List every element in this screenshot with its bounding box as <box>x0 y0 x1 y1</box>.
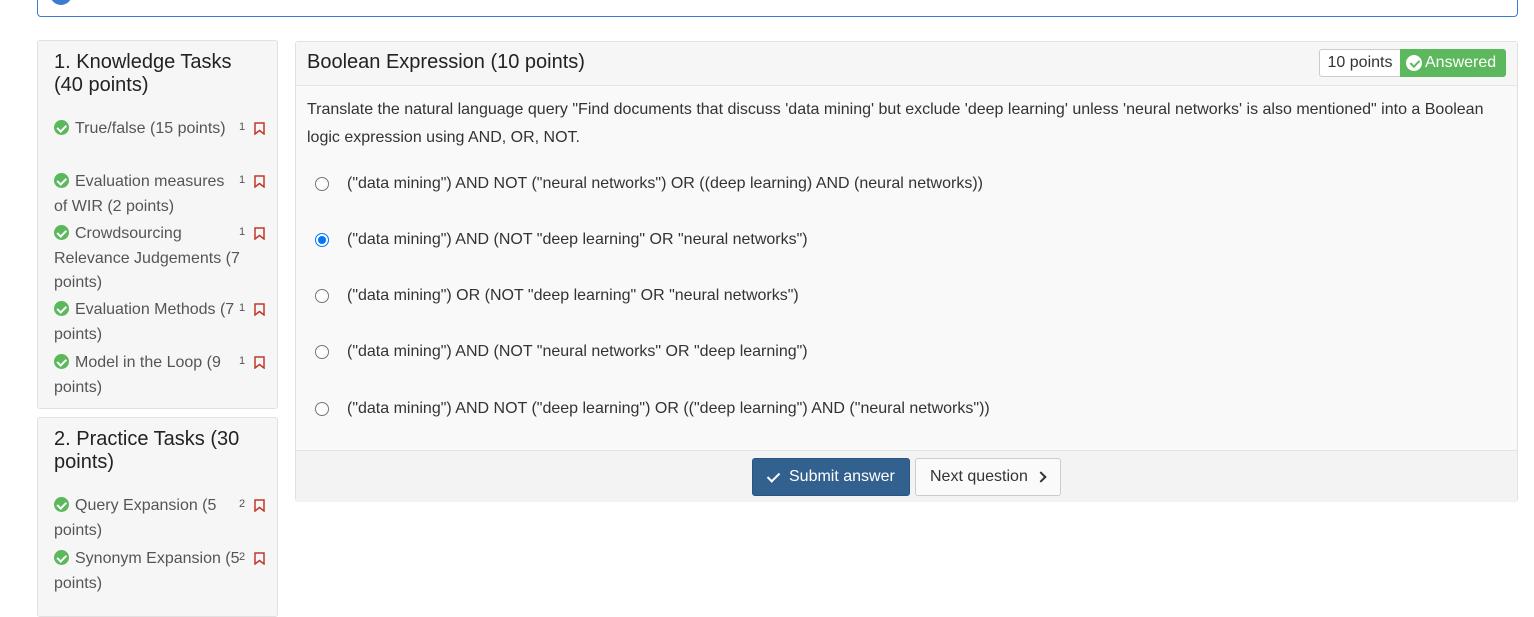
info-banner <box>37 0 1518 17</box>
bookmark-icon[interactable] <box>254 122 265 135</box>
radio-button[interactable] <box>315 345 329 359</box>
item-count: 1 <box>239 302 246 314</box>
option-label[interactable]: ("data mining") AND (NOT "deep learning"… <box>347 230 808 250</box>
points-badge: 10 points <box>1319 49 1400 77</box>
radio-button-selected[interactable] <box>315 233 329 247</box>
check-circle-icon <box>54 497 69 512</box>
status-badge-label: Answered <box>1425 54 1497 71</box>
question-footer: Submit answer Next question <box>296 450 1517 502</box>
check-circle-icon <box>54 120 69 135</box>
item-count: 1 <box>239 174 246 186</box>
bookmark-icon[interactable] <box>254 552 265 565</box>
check-circle-icon <box>54 550 69 565</box>
sidebar-item-label: Synonym Expansion (5 points) <box>54 550 240 592</box>
section-title: 2. Practice Tasks (30 points) <box>54 428 240 473</box>
radio-button[interactable] <box>315 402 329 416</box>
sidebar-section-practice-tasks: 2. Practice Tasks (30 points) Query Expa… <box>37 417 278 617</box>
option-label[interactable]: ("data mining") AND NOT ("deep learning"… <box>347 399 990 419</box>
option-label[interactable]: ("data mining") OR (NOT "deep learning" … <box>347 286 799 306</box>
sidebar-item-model-in-the-loop[interactable]: Model in the Loop (9 points) 1 <box>54 351 272 400</box>
option-label[interactable]: ("data mining") AND (NOT "neural network… <box>347 342 808 362</box>
check-circle-icon <box>54 301 69 316</box>
sidebar-item-query-expansion[interactable]: Query Expansion (5 points) 2 <box>54 494 272 543</box>
question-header: Boolean Expression (10 points) 10 points… <box>296 42 1517 86</box>
question-text: Translate the natural language query "Fi… <box>307 101 1484 146</box>
question-panel: Boolean Expression (10 points) 10 points… <box>295 41 1518 502</box>
radio-button[interactable] <box>315 177 329 191</box>
sidebar-item-evaluation-methods[interactable]: Evaluation Methods (7 points) 1 <box>54 298 272 347</box>
sidebar-item-evaluation-measures[interactable]: Evaluation measures of WIR (2 points) 1 <box>54 170 272 219</box>
sidebar-item-synonym-expansion[interactable]: Synonym Expansion (5 points) 2 <box>54 547 272 596</box>
sidebar-item-label: Crowdsourcing Relevance Judgements (7 po… <box>54 225 240 291</box>
item-count: 2 <box>239 498 246 510</box>
bookmark-icon[interactable] <box>254 356 265 369</box>
check-circle-icon <box>1406 55 1422 71</box>
chevron-right-icon <box>1035 471 1047 483</box>
check-icon <box>766 469 781 483</box>
question-title: Boolean Expression (10 points) <box>307 51 585 73</box>
radio-button[interactable] <box>315 289 329 303</box>
sidebar-item-label: Model in the Loop (9 points) <box>54 354 221 396</box>
sidebar-item-label: Query Expansion (5 points) <box>54 497 217 539</box>
check-circle-icon <box>54 225 69 240</box>
bookmark-icon[interactable] <box>254 175 265 188</box>
sidebar-item-label: Evaluation Methods (7 points) <box>54 301 235 343</box>
bookmark-icon[interactable] <box>254 499 265 512</box>
item-count: 2 <box>239 551 246 563</box>
sidebar-item-crowdsourcing[interactable]: Crowdsourcing Relevance Judgements (7 po… <box>54 222 272 296</box>
section-title: 1. Knowledge Tasks (40 points) <box>54 51 232 96</box>
item-count: 1 <box>239 121 246 133</box>
sidebar-item-label: Evaluation measures of WIR (2 points) <box>54 173 225 215</box>
option-label[interactable]: ("data mining") AND NOT ("neural network… <box>347 174 983 194</box>
submit-answer-button[interactable]: Submit answer <box>752 458 910 496</box>
sidebar-item-label: True/false (15 points) <box>75 120 226 137</box>
check-circle-icon <box>54 173 69 188</box>
bookmark-icon[interactable] <box>254 227 265 240</box>
item-count: 1 <box>239 226 246 238</box>
status-badge: Answered <box>1400 49 1506 77</box>
info-icon <box>50 0 72 5</box>
next-question-button[interactable]: Next question <box>915 458 1061 496</box>
sidebar-section-knowledge-tasks: 1. Knowledge Tasks (40 points) True/fals… <box>37 40 278 409</box>
check-circle-icon <box>54 354 69 369</box>
sidebar-item-true-false[interactable]: True/false (15 points) 1 <box>54 117 272 142</box>
item-count: 1 <box>239 355 246 367</box>
submit-button-label: Submit answer <box>789 468 895 485</box>
next-button-label: Next question <box>930 468 1028 485</box>
bookmark-icon[interactable] <box>254 303 265 316</box>
